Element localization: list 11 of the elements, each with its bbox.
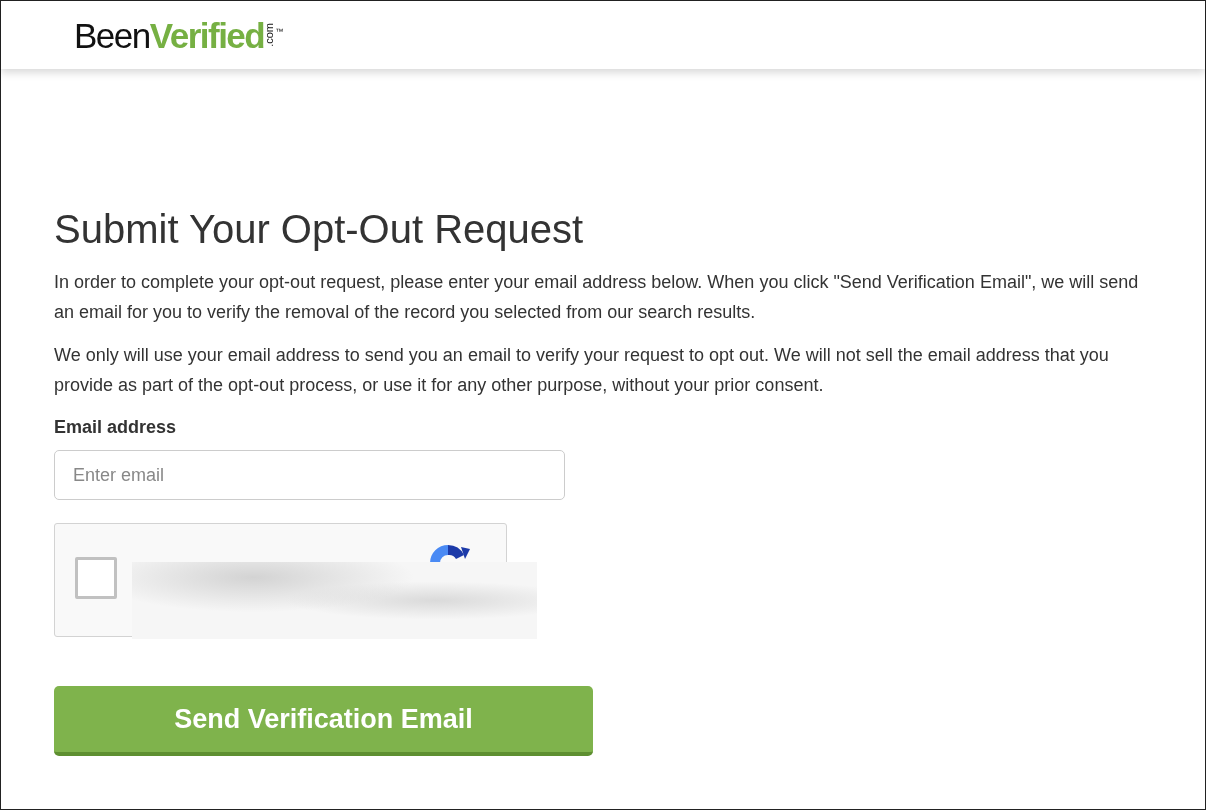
logo-text: Been bbox=[74, 17, 150, 53]
field-label: Email address bbox=[54, 416, 178, 439]
trademark-mark: ™ bbox=[275, 27, 282, 36]
logo-text: Verified bbox=[149, 17, 265, 53]
submit-button[interactable]: Send Verification Email bbox=[54, 686, 593, 756]
page-heading: Submit Your Opt-Out Request bbox=[54, 206, 585, 253]
logo-suffix: .com bbox=[264, 23, 276, 47]
paragraph: We only will use your email address to send you an email to verify your request to opt out. We will not sell the email address that you provide as part of the opt-out process, or use it for any other purpose, without your prior consent. bbox=[54, 344, 1110, 397]
email-field[interactable]: Enter email bbox=[54, 450, 565, 500]
paragraph: In order to complete your opt-out request, please enter your email address below. When you click "Send Verification Email", we will send an email for you to verify the removal of the record you selected from our search results. bbox=[54, 271, 1140, 324]
captcha-checkbox[interactable] bbox=[75, 557, 117, 599]
